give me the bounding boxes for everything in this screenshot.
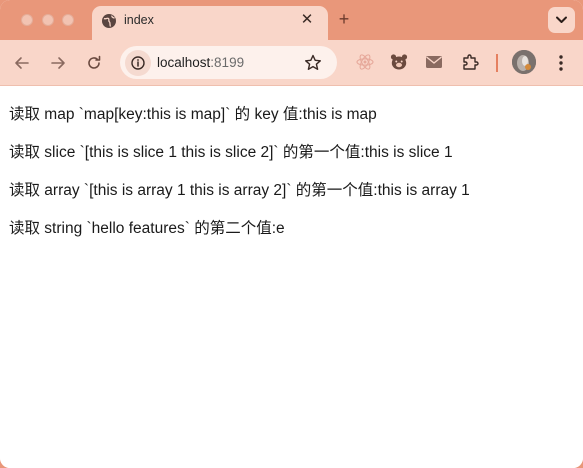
window-minimize-button[interactable] — [42, 14, 54, 26]
output-line-map: 读取 map `map[key:this is map]` 的 key 值:th… — [9, 106, 377, 123]
plus-icon[interactable]: + — [335, 10, 353, 28]
page-content: 读取 map `map[key:this is map]` 的 key 值:th… — [0, 87, 583, 468]
window-maximize-button[interactable] — [62, 14, 74, 26]
tab-strip: index ✕ + — [0, 0, 583, 40]
star-icon[interactable] — [303, 53, 323, 73]
url-text[interactable]: localhost:8199 — [157, 55, 244, 70]
react-devtools-icon[interactable] — [355, 52, 375, 72]
browser-window: index ✕ + localhost:8199 读取 map `map[key… — [0, 0, 583, 468]
profile-avatar-icon — [512, 50, 536, 74]
output-line-slice: 读取 slice `[this is slice 1 this is slice… — [9, 144, 453, 161]
output-line-string: 读取 string `hello features` 的第二个值:e — [9, 220, 285, 237]
url-host: localhost — [157, 55, 211, 70]
avatar[interactable] — [512, 50, 536, 74]
address-bar[interactable]: localhost:8199 — [120, 46, 337, 79]
reload-icon[interactable] — [84, 53, 104, 73]
tab-index[interactable]: index ✕ — [92, 6, 328, 40]
toolbar-divider — [496, 54, 498, 72]
puzzle-extensions-icon[interactable] — [460, 52, 480, 72]
globe-icon — [102, 14, 116, 28]
more-vertical-icon[interactable] — [552, 52, 570, 74]
bear-extension-icon[interactable] — [389, 52, 409, 72]
arrow-left-icon[interactable] — [12, 53, 32, 73]
close-icon[interactable]: ✕ — [298, 11, 316, 29]
toolbar: localhost:8199 — [0, 40, 583, 86]
tab-title: index — [124, 13, 154, 27]
tab-search-button[interactable] — [548, 7, 575, 33]
mail-extension-icon[interactable] — [424, 52, 444, 72]
window-close-button[interactable] — [21, 14, 33, 26]
site-info-icon — [131, 56, 145, 70]
url-port: :8199 — [210, 55, 245, 70]
arrow-right-icon[interactable] — [48, 53, 68, 73]
site-info-button[interactable] — [125, 50, 151, 76]
output-line-array: 读取 array `[this is array 1 this is array… — [9, 182, 470, 199]
chevron-down-icon — [556, 16, 567, 23]
